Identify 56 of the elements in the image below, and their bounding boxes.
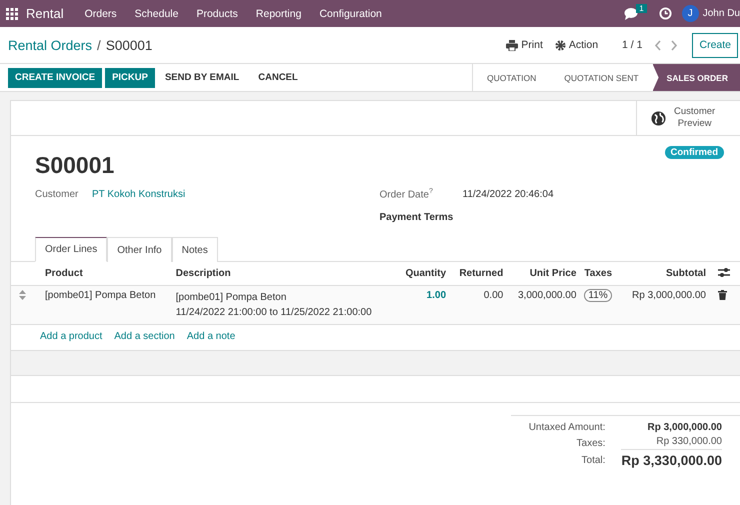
menu-item[interactable]: Reporting (246, 8, 310, 20)
user-avatar[interactable]: J (682, 5, 699, 22)
table-cell: [pombe01] Pompa Beton (41, 286, 172, 324)
table-cell: 0.00 (450, 286, 508, 324)
field-label: Order Date$^{?}$ (380, 188, 434, 201)
apps-menu-icon[interactable] (6, 8, 18, 20)
order-number: S00001 (35, 152, 114, 179)
add-line-link[interactable]: Add a note (186, 331, 236, 344)
menu-item[interactable]: Products (187, 8, 247, 20)
add-line-link[interactable]: Add a product (40, 331, 102, 344)
tab[interactable]: Order Lines (35, 237, 108, 262)
drag-handle-icon[interactable] (19, 290, 26, 300)
table-cell-text: [pombe01] Pompa Beton 11/24/2022 21:00:00 to 11/25/2022 21:00:00 (176, 291, 373, 320)
action-bar-button[interactable]: CANCEL (251, 68, 305, 88)
action-bar-button[interactable]: PICKUP (105, 68, 155, 88)
total-value: Rp 330,000.00 (621, 436, 722, 450)
total-value: Rp 3,330,000.00 (621, 453, 722, 468)
menu-item[interactable]: Orders (76, 8, 126, 20)
status-stage[interactable]: SALES ORDER (652, 64, 740, 91)
order-date-value: 11/24/2022 20:46:04 (462, 189, 554, 200)
tax-tag: 11% (584, 289, 612, 302)
add-line-link[interactable]: Add a section (114, 331, 175, 344)
total-label: Total: (580, 455, 606, 466)
tab[interactable]: Other Info (107, 237, 172, 262)
table-cell: Rp 3,000,000.00 (620, 286, 710, 324)
column-settings-icon[interactable] (718, 266, 730, 278)
globe-icon (651, 110, 666, 126)
breadcrumb-link[interactable]: Rental Orders (8, 38, 92, 52)
app-name[interactable]: Rental (26, 6, 64, 21)
chat-icon[interactable] (624, 7, 640, 20)
field-label: Customer (35, 189, 80, 200)
print-button[interactable]: Print (506, 39, 543, 51)
action-bar-button[interactable]: CREATE INVOICE (8, 68, 102, 88)
total-label: Taxes: (576, 438, 606, 448)
print-icon (506, 40, 518, 50)
table-cell: 1.00 (396, 286, 450, 324)
table-cell: 3,000,000.00 (507, 286, 580, 324)
clock-icon[interactable] (658, 7, 672, 20)
menu-item[interactable]: Configuration (310, 8, 391, 20)
tab[interactable]: Notes (172, 237, 218, 262)
pager-value: 1 / 1 (622, 39, 642, 51)
total-value: Rp 3,000,000.00 (646, 422, 722, 433)
create-button[interactable]: Create (692, 32, 738, 58)
field-label: Payment Terms (380, 212, 454, 223)
trash-icon[interactable] (718, 290, 727, 300)
menu-item[interactable]: Schedule (126, 8, 188, 20)
action-bar-button[interactable]: SEND BY EMAIL (158, 68, 246, 88)
status-badge: Confirmed (664, 146, 724, 159)
customer-link[interactable]: PT Kokoh Konstruksi (92, 189, 186, 200)
message-count-badge: 1 (636, 4, 647, 13)
breadcrumb-current: S00001 (106, 38, 152, 52)
user-name[interactable]: John Du (702, 8, 740, 19)
gear-icon (554, 40, 566, 50)
total-label: Untaxed Amount: (528, 422, 606, 433)
action-button[interactable]: Action (554, 39, 598, 51)
breadcrumb-separator: / (97, 38, 101, 52)
